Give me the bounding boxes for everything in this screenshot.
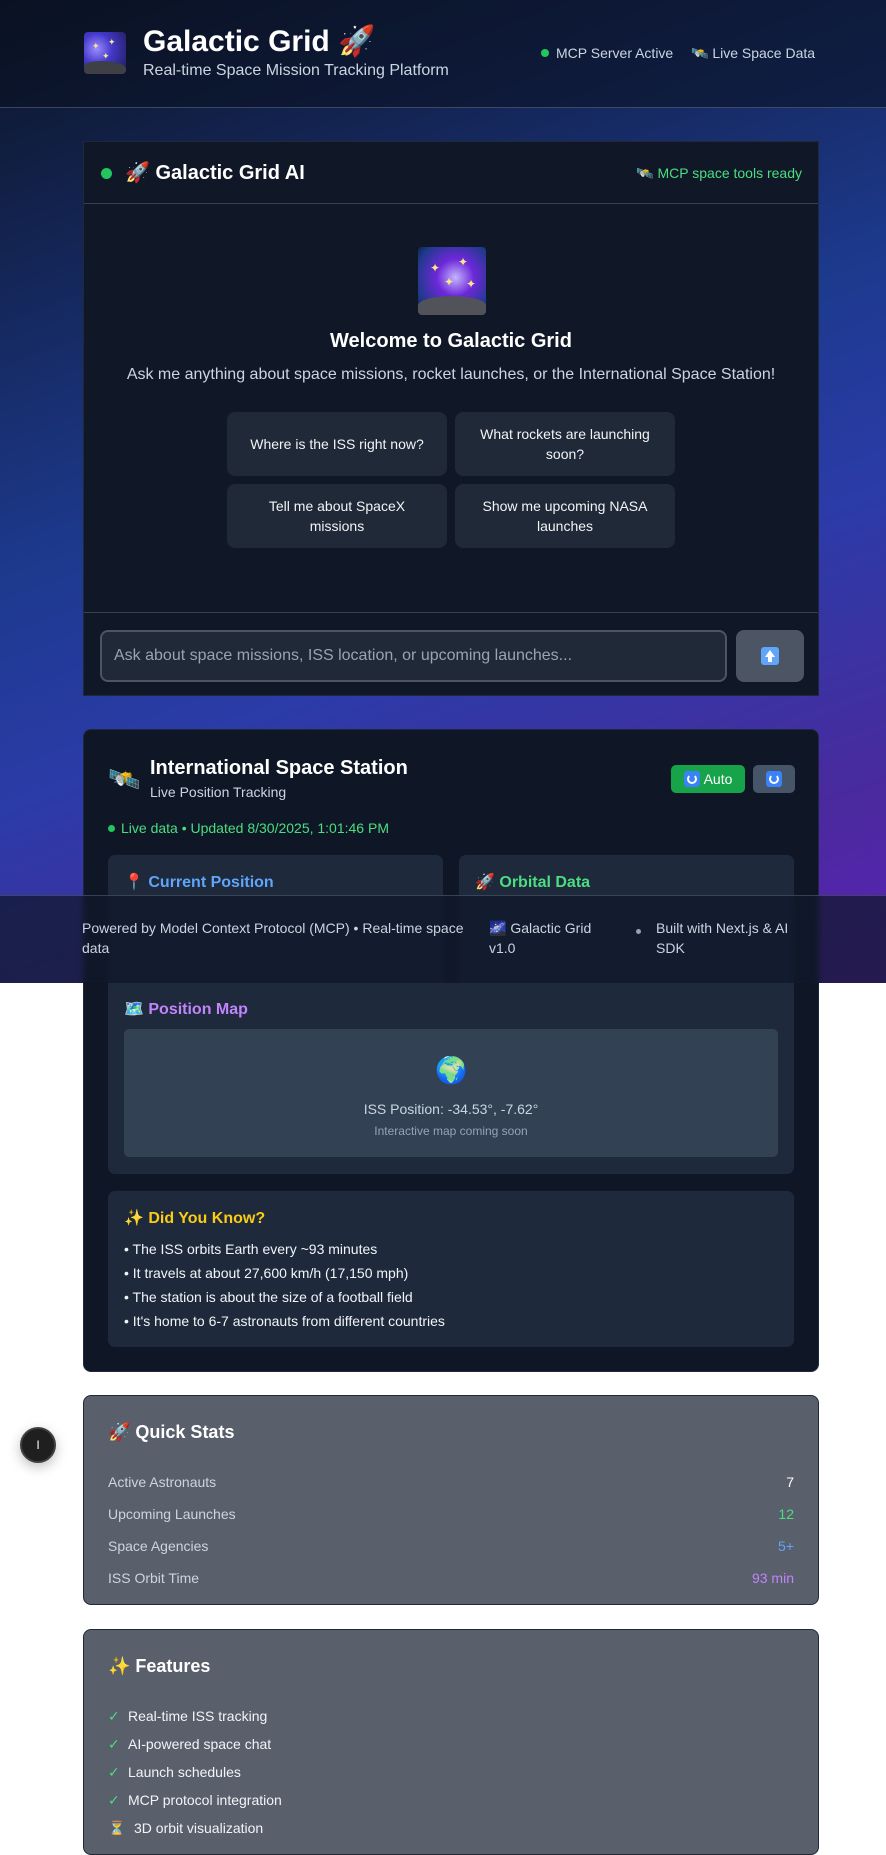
footer-powered-by: Powered by Model Context Protocol (MCP) …	[82, 918, 464, 958]
footer-built-line: Built with Next.js & AI	[656, 920, 789, 936]
fact-item: • The ISS orbits Earth every ~93 minutes	[124, 1241, 378, 1257]
suggestion-nasa-launches[interactable]: Show me upcoming NASA launches	[455, 484, 675, 548]
galaxy-logo-icon: ✦ ✦ ✦	[84, 32, 126, 74]
position-map-card: 🗺️ Position Map 🌍 ISS Position: -34.53°,…	[108, 982, 794, 1174]
orbital-data-title: 🚀 Orbital Data	[475, 874, 591, 891]
feature-item: ✓ MCP protocol integration	[108, 1792, 282, 1809]
features-card: ✨ Features ✓ Real-time ISS tracking ✓ AI-p…	[83, 1629, 819, 1855]
stat-label: Upcoming Launches	[108, 1506, 236, 1522]
iss-tracker-panel: 🛰️ International Space Station Live Posi…	[83, 729, 819, 1372]
iss-subtitle: Live Position Tracking	[150, 784, 287, 800]
suggestion-rocket-launches[interactable]: What rockets are launching soon?	[455, 412, 675, 476]
footer-separator	[636, 929, 641, 934]
quick-stats-title: 🚀 Quick Stats	[108, 1422, 235, 1442]
footer-powered-line: Powered by Model Context Protocol (MCP) …	[82, 920, 464, 936]
fact-item: • It travels at about 27,600 km/h (17,15…	[124, 1265, 409, 1281]
feature-item: ✓ AI-powered space chat	[108, 1736, 271, 1753]
live-dot-icon	[108, 824, 115, 832]
mcp-server-status: MCP Server Active	[541, 45, 673, 61]
check-icon: ✓	[108, 1708, 120, 1724]
fact-item: • The station is about the size of a foo…	[124, 1289, 413, 1305]
map-coming-soon-note: Interactive map coming soon	[374, 1124, 528, 1138]
app-subtitle: Real-time Space Mission Tracking Platfor…	[143, 62, 449, 79]
did-you-know-card: ✨ Did You Know? • The ISS orbits Earth e…	[108, 1191, 794, 1347]
check-icon: ✓	[108, 1764, 120, 1780]
globe-icon: 🌍	[435, 1055, 468, 1085]
welcome-title: Welcome to Galactic Grid	[330, 330, 572, 352]
status-dot-icon	[541, 49, 549, 58]
refresh-icon	[683, 771, 700, 787]
position-map-title: 🗺️ Position Map	[124, 1001, 248, 1018]
suggestion-spacex-missions[interactable]: Tell me about SpaceX missions	[227, 484, 447, 548]
stat-value: 5+	[778, 1538, 794, 1554]
send-arrow-icon	[761, 647, 779, 665]
galaxy-welcome-icon: ✦ ✦ ✦ ✦	[418, 247, 486, 315]
feature-label: 3D orbit visualization	[134, 1820, 264, 1836]
feature-item: ⏳ 3D orbit visualization	[108, 1820, 263, 1837]
chat-input[interactable]	[100, 630, 727, 682]
app-header: ✦ ✦ ✦ Galactic Grid 🚀 Real-time Space Mi…	[0, 0, 886, 108]
feature-label: MCP protocol integration	[128, 1792, 282, 1808]
satellite-icon: 🛰️	[108, 764, 141, 794]
auto-refresh-button[interactable]: Auto	[671, 765, 745, 793]
chat-title: 🚀 Galactic Grid AI	[125, 162, 305, 184]
stat-value: 7	[786, 1474, 794, 1490]
fact-item: • It's home to 6-7 astronauts from diffe…	[124, 1313, 445, 1329]
page-footer: Powered by Model Context Protocol (MCP) …	[0, 895, 886, 983]
stat-value: 93 min	[751, 1570, 794, 1586]
app-title: Galactic Grid 🚀	[143, 25, 376, 58]
footer-built-line: SDK	[656, 940, 685, 956]
iss-title: International Space Station	[150, 757, 408, 779]
quick-stats-card: 🚀 Quick Stats Active Astronauts 7 Upcomi…	[83, 1395, 819, 1605]
check-icon: ✓	[108, 1736, 120, 1752]
footer-version-line: v1.0	[489, 940, 516, 956]
iss-position-readout: ISS Position: -34.53°, -7.62°	[363, 1101, 539, 1117]
footer-version: 🌌 Galactic Grid v1.0	[489, 918, 591, 958]
footer-powered-line: data	[82, 940, 110, 956]
feature-label: Launch schedules	[128, 1764, 241, 1780]
did-you-know-title: ✨ Did You Know?	[124, 1210, 266, 1227]
feature-item: ✓ Launch schedules	[108, 1764, 241, 1781]
stat-value: 12	[778, 1506, 794, 1522]
floating-action-button[interactable]: I	[20, 1427, 56, 1463]
features-title: ✨ Features	[108, 1656, 211, 1676]
refresh-button[interactable]	[753, 765, 795, 793]
live-data-status: Live data • Updated 8/30/2025, 1:01:46 P…	[108, 820, 389, 836]
chat-input-bar	[84, 612, 818, 697]
chat-panel: 🚀 Galactic Grid AI 🛰️ MCP space tools re…	[83, 141, 819, 696]
mcp-tools-ready-status: 🛰️ MCP space tools ready	[636, 165, 802, 181]
stat-label: Active Astronauts	[108, 1474, 217, 1490]
feature-item: ✓ Real-time ISS tracking	[108, 1708, 267, 1725]
feature-label: AI-powered space chat	[128, 1736, 272, 1752]
footer-version-line: 🌌 Galactic Grid	[489, 920, 592, 936]
feature-label: Real-time ISS tracking	[128, 1708, 268, 1724]
send-button[interactable]	[736, 630, 804, 682]
live-data-text: Live data • Updated 8/30/2025, 1:01:46 P…	[121, 820, 389, 836]
chat-header: 🚀 Galactic Grid AI 🛰️ MCP space tools re…	[84, 142, 818, 204]
welcome-text: Ask me anything about space missions, ro…	[126, 366, 776, 383]
auto-label: Auto	[703, 771, 733, 787]
hourglass-icon: ⏳	[108, 1820, 126, 1836]
position-map[interactable]: 🌍 ISS Position: -34.53°, -7.62° Interact…	[124, 1029, 778, 1157]
mcp-status-label: MCP Server Active	[556, 45, 674, 61]
stat-label: Space Agencies	[108, 1538, 209, 1554]
current-position-title: 📍 Current Position	[124, 874, 274, 891]
suggestion-iss-location[interactable]: Where is the ISS right now?	[227, 412, 447, 476]
live-space-data-status: 🛰️ Live Space Data	[691, 45, 816, 61]
stat-label: ISS Orbit Time	[108, 1570, 200, 1586]
footer-built-with: Built with Next.js & AI SDK	[656, 918, 788, 958]
refresh-icon	[766, 771, 782, 787]
check-icon: ✓	[108, 1792, 120, 1808]
online-dot-icon	[101, 168, 112, 179]
